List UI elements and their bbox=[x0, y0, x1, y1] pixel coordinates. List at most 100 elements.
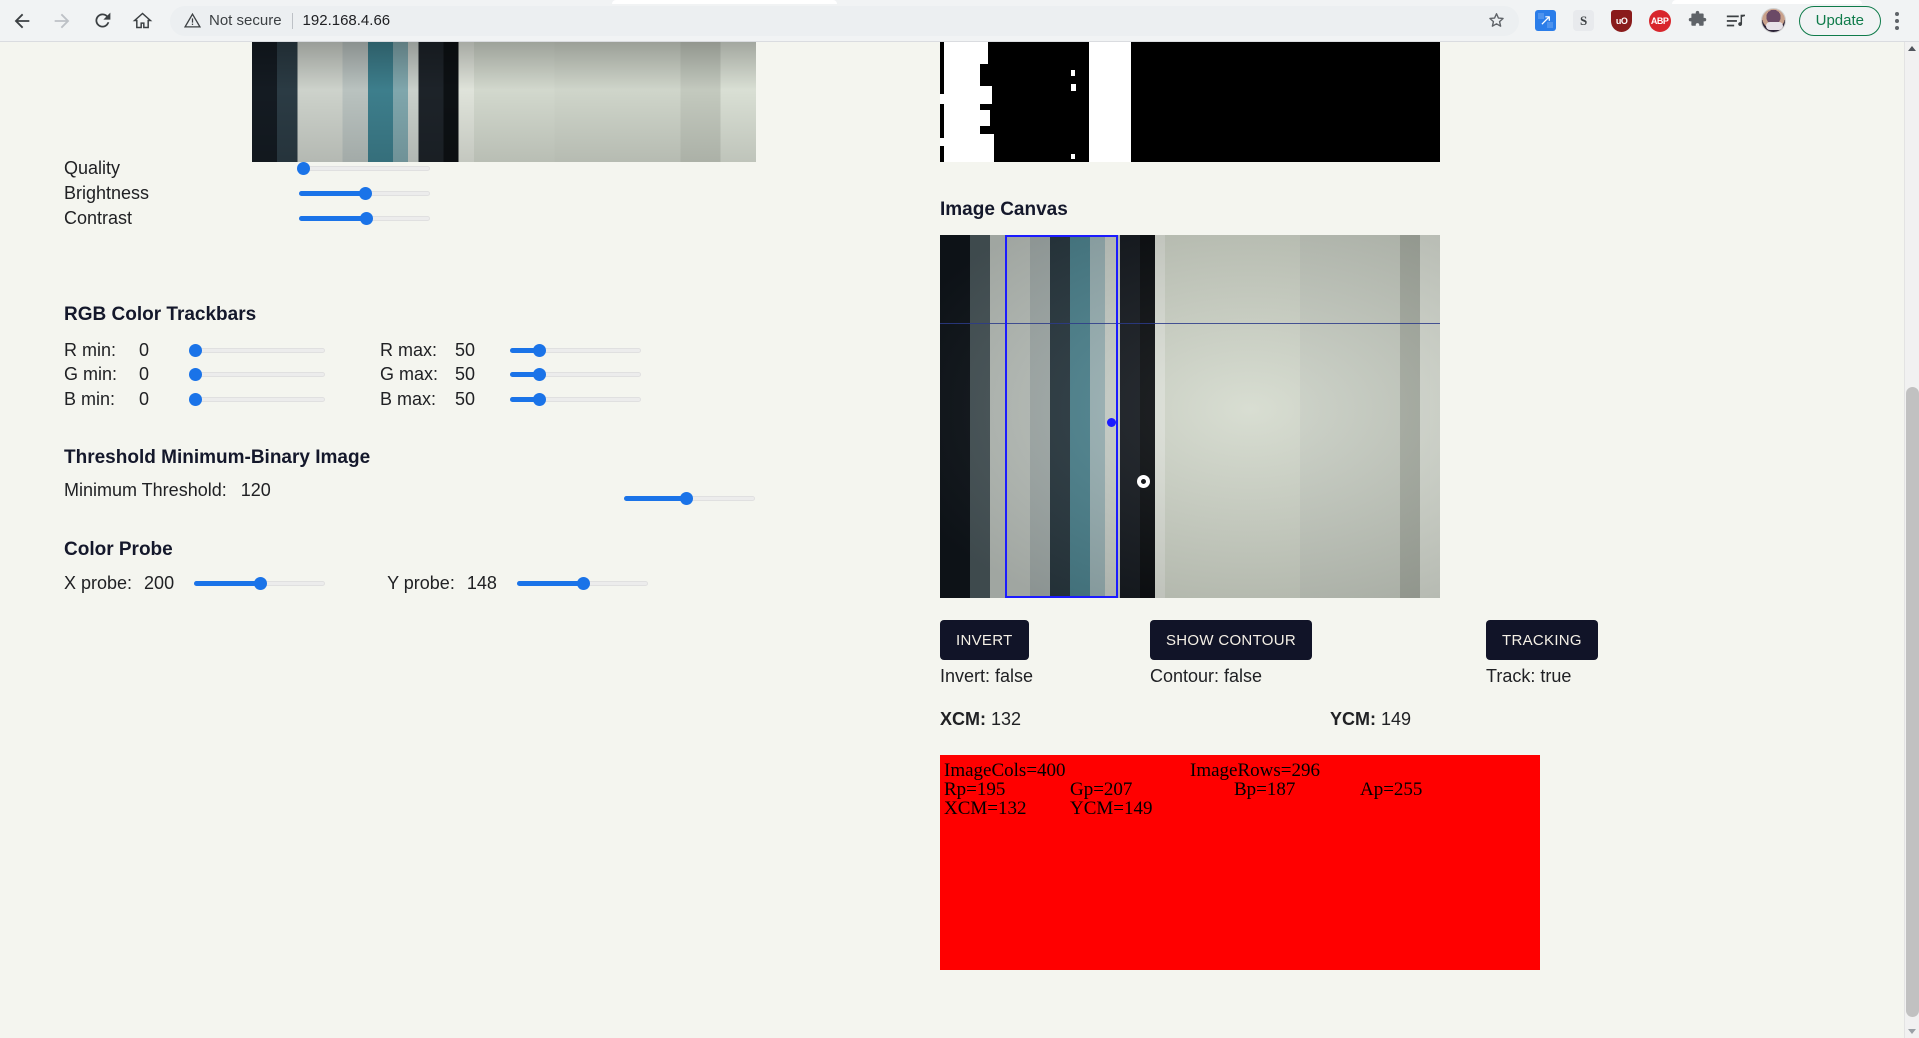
g-min-label: G min: bbox=[64, 364, 118, 385]
g-min-value: 0 bbox=[139, 364, 150, 385]
gp-text: Gp=207 bbox=[1070, 779, 1133, 800]
adblock-plus-icon: ABP bbox=[1648, 9, 1671, 32]
x-probe-slider-fill bbox=[194, 581, 261, 586]
profile-button[interactable] bbox=[1759, 6, 1789, 36]
page-content: Quality Brightness Contrast RGB Color Tr… bbox=[0, 42, 1904, 1038]
x-probe-slider[interactable] bbox=[194, 576, 326, 591]
left-column: Quality Brightness Contrast RGB Color Tr… bbox=[0, 42, 940, 1038]
b-max-slider-knob[interactable] bbox=[532, 392, 546, 406]
omnibox-divider bbox=[291, 12, 293, 29]
brightness-slider[interactable] bbox=[299, 186, 430, 201]
r-min-slider[interactable] bbox=[188, 343, 325, 358]
r-min-cell: R min: 0 bbox=[64, 340, 380, 361]
extensions-button[interactable] bbox=[1683, 6, 1713, 36]
resize-extension-button[interactable]: ↗ bbox=[1531, 6, 1561, 36]
g-max-slider-knob[interactable] bbox=[532, 368, 546, 382]
y-probe-slider-knob[interactable] bbox=[577, 577, 591, 590]
forward-button[interactable] bbox=[44, 3, 80, 39]
binary-blob-6 bbox=[940, 94, 946, 104]
binary-blob-11 bbox=[1071, 154, 1075, 159]
contrast-slider[interactable] bbox=[299, 211, 430, 226]
b-max-slider[interactable] bbox=[510, 392, 641, 407]
quality-slider-row: Quality bbox=[64, 156, 484, 181]
x-probe-slider-knob[interactable] bbox=[253, 577, 267, 590]
probe-marker-circle bbox=[1137, 475, 1150, 488]
stylus-extension-button[interactable]: S bbox=[1569, 6, 1599, 36]
r-max-cell: R max: 50 bbox=[380, 340, 641, 361]
ublock-origin-button[interactable]: uO bbox=[1607, 6, 1637, 36]
invert-button[interactable]: INVERT bbox=[940, 620, 1029, 660]
show-contour-button[interactable]: SHOW CONTOUR bbox=[1150, 620, 1312, 660]
binary-threshold-image bbox=[940, 42, 1440, 162]
y-probe-label: Y probe: bbox=[387, 573, 455, 593]
reload-button[interactable] bbox=[84, 3, 120, 39]
b-min-cell: B min: 0 bbox=[64, 389, 380, 410]
three-dot-menu-icon[interactable] bbox=[1881, 3, 1913, 39]
quality-slider[interactable] bbox=[296, 161, 430, 176]
xcm-readout: XCM: 132 bbox=[940, 709, 1021, 730]
url-text[interactable]: 192.168.4.66 bbox=[303, 12, 391, 29]
scrollbar-down-arrow-icon[interactable] bbox=[1908, 1029, 1916, 1034]
binary-blob-10 bbox=[1071, 84, 1076, 91]
scrollbar-up-arrow-icon[interactable] bbox=[1908, 46, 1916, 51]
bookmark-button[interactable] bbox=[1486, 10, 1511, 31]
b-max-value: 50 bbox=[455, 388, 476, 409]
page-scrollbar[interactable] bbox=[1904, 42, 1919, 1038]
tracking-button[interactable]: TRACKING bbox=[1486, 620, 1598, 660]
r-max-slider[interactable] bbox=[510, 343, 641, 358]
r-channel-row: R min: 0 R max: 50 bbox=[64, 338, 724, 363]
brightness-slider-knob[interactable] bbox=[358, 187, 372, 200]
not-secure-warning-icon bbox=[184, 12, 201, 29]
ycm-raw-text: YCM=149 bbox=[1070, 798, 1153, 819]
g-min-slider[interactable] bbox=[188, 367, 325, 382]
readout-line-3: XCM=132 YCM=149 bbox=[944, 799, 1536, 818]
xcm-raw-text: XCM=132 bbox=[944, 798, 1027, 819]
profile-avatar bbox=[1761, 8, 1787, 33]
contrast-label: Contrast bbox=[64, 208, 133, 228]
binary-blob-8 bbox=[1089, 42, 1131, 162]
contrast-slider-row: Contrast bbox=[64, 206, 484, 231]
threshold-heading: Threshold Minimum-Binary Image bbox=[64, 447, 371, 468]
binary-blob-2 bbox=[980, 42, 988, 64]
contrast-slider-knob[interactable] bbox=[359, 212, 373, 225]
g-max-slider[interactable] bbox=[510, 367, 641, 382]
update-button[interactable]: Update bbox=[1798, 5, 1881, 36]
brightness-slider-fill bbox=[299, 191, 365, 196]
right-column: Image Canvas INVERT SHOW CONTOUR TRACKIN… bbox=[940, 42, 1904, 1038]
b-min-label: B min: bbox=[64, 388, 116, 409]
menu-dot-3 bbox=[1895, 25, 1899, 30]
r-min-value: 0 bbox=[139, 339, 150, 360]
image-canvas[interactable] bbox=[940, 235, 1440, 598]
home-button[interactable] bbox=[124, 3, 160, 39]
back-button[interactable] bbox=[4, 3, 40, 39]
camera-preview-image bbox=[252, 42, 756, 162]
b-min-slider-knob[interactable] bbox=[188, 392, 202, 406]
quality-slider-knob[interactable] bbox=[296, 162, 310, 175]
b-min-slider[interactable] bbox=[188, 392, 325, 407]
reload-icon bbox=[94, 12, 110, 28]
scrollbar-thumb[interactable] bbox=[1906, 387, 1919, 1017]
address-bar[interactable]: Not secure 192.168.4.66 bbox=[170, 5, 1519, 36]
bp-text: Bp=187 bbox=[1234, 779, 1296, 800]
adblock-plus-button[interactable]: ABP bbox=[1645, 6, 1675, 36]
music-playlist-button[interactable] bbox=[1721, 6, 1751, 36]
g-min-cell: G min: 0 bbox=[64, 364, 380, 385]
rgb-trackbars-group: R min: 0 R max: 50 G min: 0 G max: 50 B … bbox=[64, 338, 724, 412]
binary-blob-5 bbox=[980, 134, 994, 162]
binary-blob-9 bbox=[1071, 70, 1075, 76]
y-probe-slider[interactable] bbox=[516, 576, 648, 591]
r-max-slider-knob[interactable] bbox=[532, 343, 546, 357]
threshold-slider-knob[interactable] bbox=[679, 491, 693, 505]
browser-toolbar: Not secure 192.168.4.66 ↗ S uO ABP Updat… bbox=[0, 0, 1919, 42]
x-probe-label: X probe: bbox=[64, 573, 133, 593]
extensions-puzzle-icon bbox=[1688, 10, 1707, 26]
r-min-slider-knob[interactable] bbox=[188, 343, 202, 357]
rgb-trackbars-heading: RGB Color Trackbars bbox=[64, 304, 257, 325]
menu-dot-1 bbox=[1895, 11, 1899, 16]
threshold-slider-fill bbox=[624, 495, 686, 501]
ap-text: Ap=255 bbox=[1360, 779, 1423, 800]
g-max-cell: G max: 50 bbox=[380, 364, 641, 385]
home-icon bbox=[132, 12, 152, 29]
brightness-slider-row: Brightness bbox=[64, 181, 484, 206]
g-min-slider-knob[interactable] bbox=[188, 368, 202, 382]
